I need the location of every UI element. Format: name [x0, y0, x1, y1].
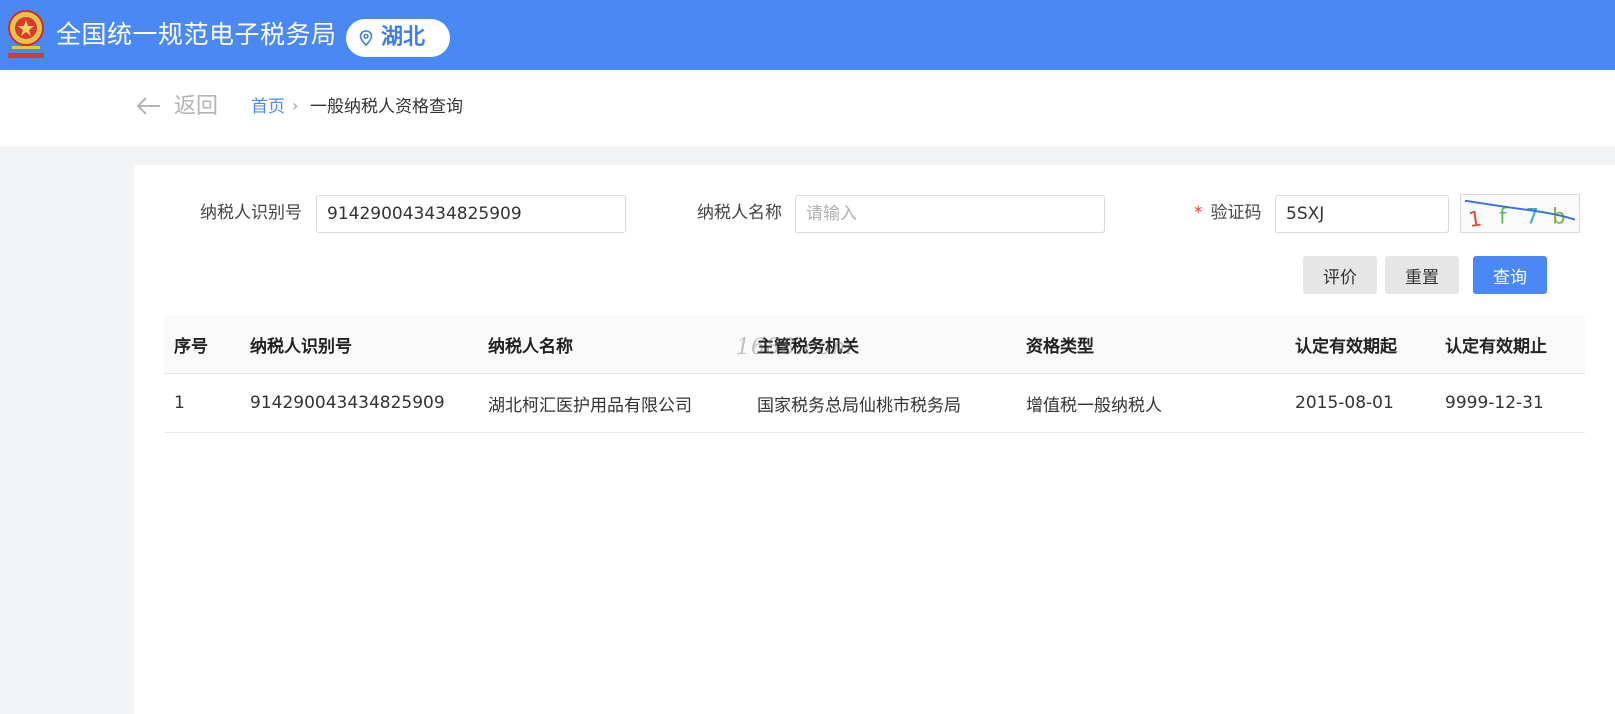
breadcrumb-home-link[interactable]: 首页 [251, 95, 285, 119]
back-button[interactable]: 返回 [174, 92, 218, 122]
column-header: 纳税人名称 [478, 315, 747, 374]
captcha-char: 1 [1467, 206, 1483, 232]
evaluate-button[interactable]: 评价 [1303, 256, 1377, 294]
captcha-image[interactable]: 1 f 7 b [1460, 194, 1580, 233]
captcha-char: f [1499, 204, 1507, 228]
breadcrumb-separator: › [292, 96, 299, 115]
results-table: 序号 纳税人识别号 纳税人名称 主管税务机关 资格类型 认定有效期起 认定有效期… [164, 315, 1585, 433]
table-cell: 914290043434825909 [240, 373, 478, 433]
header-bar: 全国统一规范电子税务局 湖北 [0, 0, 1615, 70]
captcha-input[interactable] [1275, 195, 1449, 233]
column-header: 纳税人识别号 [240, 315, 478, 374]
captcha-char: 7 [1526, 204, 1539, 228]
app-title: 全国统一规范电子税务局 [56, 20, 337, 49]
column-header: 资格类型 [1016, 315, 1285, 374]
taxpayer-id-input[interactable] [316, 195, 626, 233]
table-cell: 国家税务总局仙桃市税务局 [747, 373, 1016, 433]
taxpayer-name-label: 纳税人名称 [697, 203, 782, 223]
breadcrumb-current: 一般纳税人资格查询 [310, 97, 463, 117]
query-panel: 纳税人识别号 纳税人名称 * 验证码 1 f 7 b 评价 重置 查询 序号 纳税… [134, 165, 1615, 714]
taxpayer-name-input[interactable] [795, 195, 1105, 233]
query-button[interactable]: 查询 [1473, 256, 1547, 294]
column-header: 认定有效期止 [1435, 315, 1585, 374]
table-cell: 9999-12-31 [1435, 373, 1585, 433]
table-row: 1 914290043434825909 湖北柯汇医护用品有限公司 国家税务总局… [164, 373, 1585, 433]
sub-nav-bar: 返回 首页 › 一般纳税人资格查询 [0, 70, 1615, 146]
location-pin-icon [359, 30, 373, 46]
captcha-label-group: * 验证码 [1194, 201, 1262, 225]
table-cell: 增值税一般纳税人 [1016, 373, 1285, 433]
region-label: 湖北 [381, 25, 426, 50]
region-selector[interactable]: 湖北 [346, 19, 450, 57]
table-cell: 1 [164, 373, 240, 433]
national-emblem-icon [8, 10, 44, 58]
captcha-label: 验证码 [1210, 203, 1262, 223]
table-cell: 湖北柯汇医护用品有限公司 [478, 373, 747, 433]
table-header-row: 序号 纳税人识别号 纳税人名称 主管税务机关 资格类型 认定有效期起 认定有效期… [164, 315, 1585, 374]
column-header: 主管税务机关 [747, 315, 1016, 374]
reset-button[interactable]: 重置 [1385, 256, 1459, 294]
column-header: 认定有效期起 [1285, 315, 1435, 374]
column-header: 序号 [164, 315, 240, 374]
required-mark: * [1194, 203, 1203, 223]
table-cell: 2015-08-01 [1285, 373, 1435, 433]
back-arrow-icon[interactable] [136, 96, 162, 116]
taxpayer-id-label: 纳税人识别号 [200, 203, 302, 223]
